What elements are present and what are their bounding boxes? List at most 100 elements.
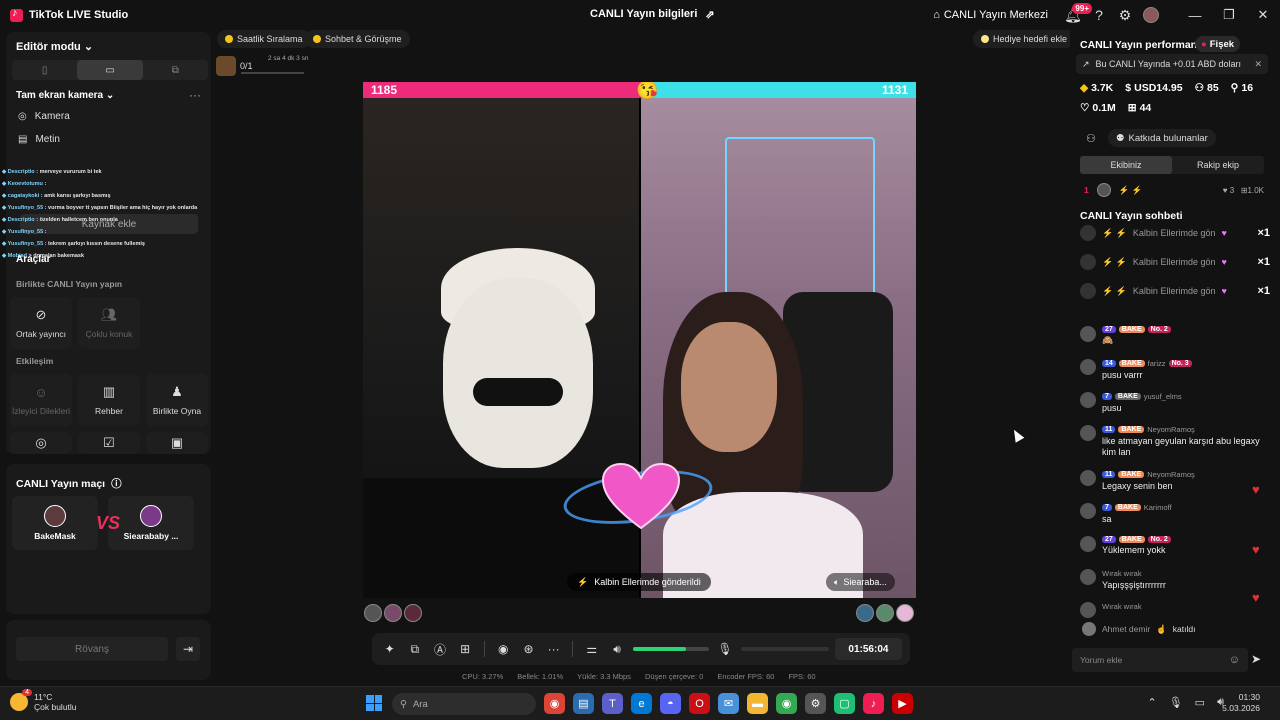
player-left-card[interactable]: BakeMask	[12, 496, 98, 550]
rematch-button[interactable]: Rövanş	[16, 637, 168, 661]
camera-switch-icon[interactable]: ⊛	[519, 639, 538, 659]
chat-message[interactable]: 7 BAKE Karimoff sa	[1080, 503, 1272, 525]
help-icon[interactable]: ⓘ	[111, 476, 122, 491]
hand-icon: ☝	[1156, 623, 1167, 634]
live-info-button[interactable]: CANLI Yayın bilgileri ⇗	[590, 8, 715, 21]
mail-icon[interactable]: ✉	[718, 693, 739, 714]
editor-mode-dropdown[interactable]: Editör modu ⌄	[16, 40, 93, 53]
live-preview[interactable]: 1185 1131 😘 ⚡ Kalbin Ellerimde gönderildi…	[363, 82, 916, 598]
chevron-up-icon[interactable]: ⌃	[1147, 696, 1156, 709]
tool-cohost[interactable]: ⊘ Ortak yayıncı	[10, 297, 72, 349]
magic-icon[interactable]: ✦	[380, 639, 399, 659]
split-option[interactable]: ⧉	[143, 60, 208, 80]
gifter-avatar[interactable]	[876, 604, 894, 622]
maximize-button[interactable]: ❐	[1212, 0, 1246, 30]
weather-widget[interactable]: 4 11°C Çok bulutlu	[10, 689, 77, 712]
chat-message[interactable]: 11 BAKE NeyomRamoş like atmayan geyulan kar…	[1080, 425, 1272, 458]
discord-icon[interactable]: ◓	[660, 693, 681, 714]
app-logo: TikTok LIVE Studio	[10, 7, 128, 22]
sliders-icon[interactable]: ⚌	[582, 639, 601, 659]
network-icon[interactable]: ▭	[1195, 696, 1205, 709]
youtube-icon[interactable]: ▶	[892, 693, 913, 714]
search-label: Ara	[412, 698, 428, 710]
tool-extra-2[interactable]: ☑	[78, 432, 140, 454]
gifter-avatar[interactable]	[364, 604, 382, 622]
opponent-audio[interactable]: 🔈︎ Siearaba...	[826, 573, 895, 591]
profile-avatar[interactable]	[1138, 2, 1164, 28]
live-center-button[interactable]: ⌂ CANLI Yayın Merkezi	[933, 9, 1048, 21]
play-together-icon: ♟	[171, 384, 183, 399]
edge-icon[interactable]: e	[631, 693, 652, 714]
player-right-card[interactable]: Siearababy ...	[108, 496, 194, 550]
record-icon[interactable]: ◉	[494, 639, 513, 659]
tool-extra-1[interactable]: ◎	[10, 432, 72, 454]
store-icon[interactable]: ▤	[573, 693, 594, 714]
tool-play-together[interactable]: ♟ Birlikte Oyna	[146, 374, 208, 426]
more-icon[interactable]: ···	[544, 639, 563, 659]
hourly-ranking-button[interactable]: Saatlik Sıralama	[217, 30, 311, 48]
gifter-avatar[interactable]	[384, 604, 402, 622]
add-user-icon[interactable]: ⚇	[1086, 132, 1096, 145]
source-camera[interactable]: ◎ Kamera	[18, 111, 70, 122]
comment-input[interactable]: Yorum ekle ☺	[1072, 648, 1248, 672]
chat-message[interactable]: 14 BAKE farizz No. 3 pusu varrr	[1080, 359, 1272, 381]
emoji-icon[interactable]: ☺	[1229, 654, 1240, 666]
more-icon[interactable]: ···	[189, 88, 201, 102]
folder-icon[interactable]: ▬	[747, 693, 768, 714]
exit-match-button[interactable]: ⇥	[176, 637, 200, 661]
heart-gift-icon	[601, 462, 681, 530]
teams-icon[interactable]: T	[602, 693, 623, 714]
overlay-icon[interactable]: ⊞	[456, 639, 475, 659]
ai-icon[interactable]: Ⓐ	[430, 639, 449, 659]
scene-dropdown[interactable]: Tam ekran kamera ⌄	[16, 90, 114, 101]
source-text[interactable]: ▤ Metin	[18, 134, 60, 145]
taskbar-search[interactable]: ⚲ Ara	[392, 693, 536, 715]
app-green-icon[interactable]: ▢	[834, 693, 855, 714]
steam-icon[interactable]: ⚙	[805, 693, 826, 714]
opera-icon[interactable]: O	[689, 693, 710, 714]
gifter-avatar[interactable]	[896, 604, 914, 622]
chat-call-button[interactable]: Sohbet & Görüşme	[305, 30, 410, 48]
tool-guide[interactable]: ▥ Rehber	[78, 374, 140, 426]
pill-label: Hediye hedefi ekle	[993, 34, 1068, 44]
tool-extra-3[interactable]: ▣	[146, 432, 208, 454]
help-button[interactable]: ?	[1086, 2, 1112, 28]
fanclub-badge: BAKE	[1118, 471, 1145, 478]
chat-message[interactable]: 7 BAKE yusuf_elms pusu	[1080, 392, 1272, 414]
volume-slider[interactable]	[632, 647, 710, 651]
chrome-alt-icon[interactable]: ◉	[776, 693, 797, 714]
minimize-button[interactable]: —	[1178, 0, 1212, 30]
tab-your-team[interactable]: Ekibiniz	[1080, 156, 1172, 174]
close-button[interactable]: ✕	[1246, 0, 1280, 30]
notifications-button[interactable]: 🔔︎ 99+	[1060, 2, 1092, 28]
volume-icon[interactable]: 🔊︎	[607, 639, 626, 659]
gift-chat-row[interactable]: ⚡ ⚡ Kalbin Ellerimde gön ♥ ×1	[1080, 225, 1270, 241]
tiktok-studio-icon[interactable]: ♪	[863, 693, 884, 714]
chat-message[interactable]: Wırak wırak Yapışşşiştırrrrrrr	[1080, 569, 1272, 591]
gift-chat-row[interactable]: ⚡ ⚡ Kalbin Ellerimde gön ♥ ×1	[1080, 254, 1270, 270]
mic-icon[interactable]: 🎙︎	[715, 639, 734, 659]
contributors-button[interactable]: ⚉ Katkıda bulunanlar	[1108, 129, 1216, 147]
send-icon[interactable]: ➤	[1251, 652, 1261, 666]
landscape-option[interactable]: ▭	[77, 60, 143, 80]
chat-message[interactable]: 27 BAKE No. 2 Yüklemem yokk	[1080, 536, 1272, 556]
settings-button[interactable]: ⚙	[1112, 2, 1138, 28]
gifter-avatar[interactable]	[856, 604, 874, 622]
add-gift-goal-button[interactable]: Hediye hedefi ekle	[973, 30, 1076, 48]
gift-chat-row[interactable]: ⚡ ⚡ Kalbin Ellerimde gön ♥ ×1	[1080, 283, 1270, 299]
close-icon[interactable]: ✕	[1254, 59, 1262, 70]
fisek-badge[interactable]: ● Fişek	[1195, 36, 1241, 52]
start-button[interactable]	[366, 695, 382, 711]
chat-message[interactable]: Wırak wırak	[1080, 602, 1272, 618]
mic-slider[interactable]	[740, 647, 829, 651]
chat-message[interactable]: 27 BAKE No. 2 🙈	[1080, 326, 1272, 346]
mic-icon[interactable]: 🎙︎	[1169, 696, 1183, 709]
portrait-option[interactable]: ▯	[12, 60, 77, 80]
overlay-chat-line: ◆ Yusufinyo_55 :	[2, 229, 47, 235]
tab-rival-team[interactable]: Rakip ekip	[1172, 156, 1264, 174]
chat-message[interactable]: 11 BAKE NeyomRamoş Legaxy senin ben	[1080, 470, 1272, 492]
effects-icon[interactable]: ⧉	[405, 639, 424, 659]
clock[interactable]: 01:30 5.03.2026	[1222, 692, 1260, 714]
gifter-avatar[interactable]	[404, 604, 422, 622]
chrome-icon[interactable]: ◉	[544, 693, 565, 714]
